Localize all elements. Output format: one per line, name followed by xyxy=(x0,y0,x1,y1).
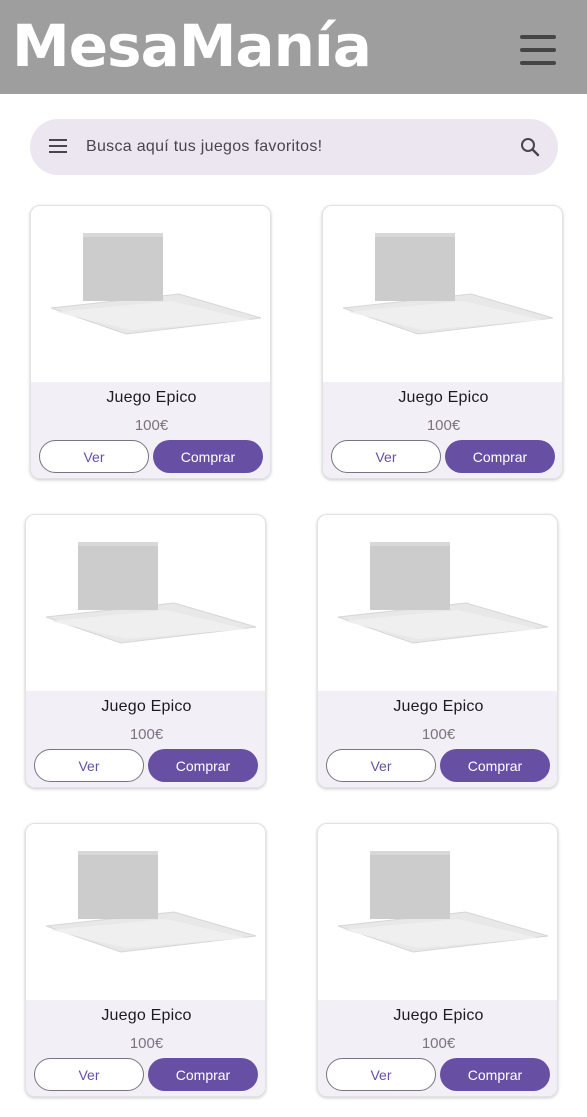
app-title: MesaManía xyxy=(12,12,372,80)
board-game-placeholder-image xyxy=(342,233,554,335)
product-card: Juego Epico 100€ Ver Comprar xyxy=(30,205,271,479)
product-image xyxy=(31,206,270,382)
search-input[interactable] xyxy=(86,129,506,165)
product-card: Juego Epico 100€ Ver Comprar xyxy=(317,514,558,788)
board-game-placeholder-image xyxy=(337,542,549,644)
search-icon[interactable] xyxy=(518,135,542,159)
product-card: Juego Epico 100€ Ver Comprar xyxy=(25,514,266,788)
menu-icon[interactable] xyxy=(49,139,67,153)
product-info: Juego Epico 100€ Ver Comprar xyxy=(31,382,270,478)
search-bar xyxy=(30,119,558,175)
app-header: MesaManía xyxy=(0,0,587,94)
product-price: 100€ xyxy=(134,417,169,434)
menu-line xyxy=(520,35,556,39)
product-title: Juego Epico xyxy=(393,698,484,715)
product-info: Juego Epico 100€ Ver Comprar xyxy=(323,382,562,478)
product-info: Juego Epico 100€ Ver Comprar xyxy=(318,691,557,787)
product-image xyxy=(26,824,265,1000)
product-card: Juego Epico 100€ Ver Comprar xyxy=(322,205,563,479)
view-button[interactable]: Ver xyxy=(326,1058,436,1091)
product-image xyxy=(318,515,557,691)
buy-button[interactable]: Comprar xyxy=(153,440,263,473)
board-game-placeholder-image xyxy=(45,851,257,953)
buy-button[interactable]: Comprar xyxy=(148,1058,258,1091)
menu-line xyxy=(520,61,556,65)
menu-line xyxy=(49,145,67,147)
view-button[interactable]: Ver xyxy=(331,440,441,473)
product-title: Juego Epico xyxy=(398,389,489,406)
menu-line xyxy=(49,139,67,141)
product-price: 100€ xyxy=(421,726,456,743)
product-image xyxy=(323,206,562,382)
product-image xyxy=(26,515,265,691)
product-title: Juego Epico xyxy=(101,1007,192,1024)
board-game-placeholder-image xyxy=(45,542,257,644)
buy-button[interactable]: Comprar xyxy=(148,749,258,782)
product-card: Juego Epico 100€ Ver Comprar xyxy=(317,823,558,1097)
product-price: 100€ xyxy=(129,726,164,743)
product-price: 100€ xyxy=(426,417,461,434)
product-title: Juego Epico xyxy=(106,389,197,406)
view-button[interactable]: Ver xyxy=(34,1058,144,1091)
hamburger-menu-icon[interactable] xyxy=(516,31,560,69)
view-button[interactable]: Ver xyxy=(34,749,144,782)
product-price: 100€ xyxy=(421,1035,456,1052)
product-info: Juego Epico 100€ Ver Comprar xyxy=(318,1000,557,1096)
buy-button[interactable]: Comprar xyxy=(445,440,555,473)
buy-button[interactable]: Comprar xyxy=(440,749,550,782)
menu-line xyxy=(49,151,67,153)
board-game-placeholder-image xyxy=(337,851,549,953)
product-info: Juego Epico 100€ Ver Comprar xyxy=(26,691,265,787)
product-card: Juego Epico 100€ Ver Comprar xyxy=(25,823,266,1097)
product-price: 100€ xyxy=(129,1035,164,1052)
board-game-placeholder-image xyxy=(50,233,262,335)
product-title: Juego Epico xyxy=(393,1007,484,1024)
view-button[interactable]: Ver xyxy=(326,749,436,782)
product-title: Juego Epico xyxy=(101,698,192,715)
product-info: Juego Epico 100€ Ver Comprar xyxy=(26,1000,265,1096)
product-image xyxy=(318,824,557,1000)
menu-line xyxy=(520,48,556,52)
buy-button[interactable]: Comprar xyxy=(440,1058,550,1091)
view-button[interactable]: Ver xyxy=(39,440,149,473)
